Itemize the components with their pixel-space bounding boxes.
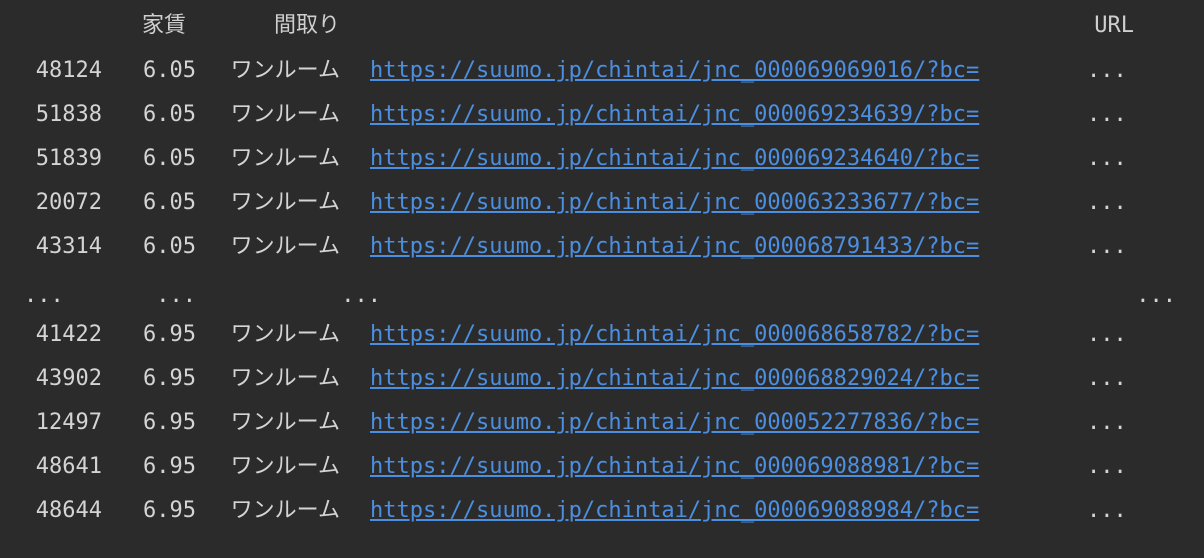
url-link[interactable]: https://suumo.jp/chintai/jnc_00005227783…: [370, 401, 979, 445]
rent-value: 6.05: [143, 190, 196, 215]
layout-value: ワンルーム: [230, 190, 340, 215]
row-index: 51839: [35, 146, 102, 171]
rent-value: 6.95: [143, 498, 196, 523]
layout-value: ワンルーム: [230, 454, 340, 479]
url-ellipsis: ...: [1087, 454, 1127, 479]
table-row: 41422 6.95 ワンルーム https://suumo.jp/chinta…: [0, 313, 1204, 357]
rent-value: 6.05: [143, 234, 196, 259]
url-ellipsis: ...: [1087, 190, 1127, 215]
row-index: 12497: [35, 410, 102, 435]
row-index: 43902: [35, 366, 102, 391]
url-link[interactable]: https://suumo.jp/chintai/jnc_00006908898…: [370, 445, 979, 489]
rent-value: 6.95: [143, 366, 196, 391]
url-ellipsis: ...: [1087, 234, 1127, 259]
row-index: 48124: [35, 58, 102, 83]
row-index: 43314: [35, 234, 102, 259]
layout-value: ワンルーム: [230, 366, 340, 391]
url-ellipsis: ...: [1087, 366, 1127, 391]
table-row: 51838 6.05 ワンルーム https://suumo.jp/chinta…: [0, 93, 1204, 137]
index-ellipsis: ...: [24, 283, 64, 308]
table-row: 48641 6.95 ワンルーム https://suumo.jp/chinta…: [0, 445, 1204, 489]
rent-value: 6.05: [143, 146, 196, 171]
table-row: 48124 6.05 ワンルーム https://suumo.jp/chinta…: [0, 49, 1204, 93]
layout-value: ワンルーム: [230, 498, 340, 523]
url-ellipsis: ...: [1087, 146, 1127, 171]
table-row: 51839 6.05 ワンルーム https://suumo.jp/chinta…: [0, 137, 1204, 181]
url-ellipsis: ...: [1087, 322, 1127, 347]
rent-value: 6.95: [143, 454, 196, 479]
rent-ellipsis: ...: [156, 283, 196, 308]
table-row: 12497 6.95 ワンルーム https://suumo.jp/chinta…: [0, 401, 1204, 445]
layout-value: ワンルーム: [230, 146, 340, 171]
row-index: 51838: [35, 102, 102, 127]
rent-value: 6.05: [143, 58, 196, 83]
row-index: 48641: [35, 454, 102, 479]
layout-ellipsis: ...: [341, 283, 381, 308]
table-header: 家賃 間取り URL: [0, 4, 1204, 48]
row-index: 48644: [35, 498, 102, 523]
url-ellipsis: ...: [1087, 498, 1127, 523]
header-url: URL: [1094, 13, 1134, 38]
url-link[interactable]: https://suumo.jp/chintai/jnc_00006908898…: [370, 489, 979, 533]
row-index: 41422: [35, 322, 102, 347]
url-link[interactable]: https://suumo.jp/chintai/jnc_00006923464…: [370, 137, 979, 181]
url-link[interactable]: https://suumo.jp/chintai/jnc_00006323367…: [370, 181, 979, 225]
rent-value: 6.95: [143, 322, 196, 347]
row-index: 20072: [35, 190, 102, 215]
url-ellipsis: ...: [1087, 410, 1127, 435]
rent-value: 6.05: [143, 102, 196, 127]
truncation-row: ... ... ... ...: [0, 274, 1204, 318]
url-ellipsis: ...: [1087, 58, 1127, 83]
url-link[interactable]: https://suumo.jp/chintai/jnc_00006865878…: [370, 313, 979, 357]
layout-value: ワンルーム: [230, 322, 340, 347]
table-row: 43902 6.95 ワンルーム https://suumo.jp/chinta…: [0, 357, 1204, 401]
header-layout: 間取り: [273, 13, 340, 38]
url-ellipsis: ...: [1087, 102, 1127, 127]
layout-value: ワンルーム: [230, 410, 340, 435]
layout-value: ワンルーム: [230, 58, 340, 83]
layout-value: ワンルーム: [230, 234, 340, 259]
table-row: 48644 6.95 ワンルーム https://suumo.jp/chinta…: [0, 489, 1204, 533]
layout-value: ワンルーム: [230, 102, 340, 127]
url-link[interactable]: https://suumo.jp/chintai/jnc_00006879143…: [370, 225, 979, 269]
url-link[interactable]: https://suumo.jp/chintai/jnc_00006923463…: [370, 93, 979, 137]
rent-value: 6.95: [143, 410, 196, 435]
header-rent: 家賃: [141, 13, 186, 38]
url-link[interactable]: https://suumo.jp/chintai/jnc_00006906901…: [370, 49, 979, 93]
table-row: 43314 6.05 ワンルーム https://suumo.jp/chinta…: [0, 225, 1204, 269]
url-column-ellipsis: ...: [1136, 283, 1176, 308]
url-link[interactable]: https://suumo.jp/chintai/jnc_00006882902…: [370, 357, 979, 401]
table-row: 20072 6.05 ワンルーム https://suumo.jp/chinta…: [0, 181, 1204, 225]
